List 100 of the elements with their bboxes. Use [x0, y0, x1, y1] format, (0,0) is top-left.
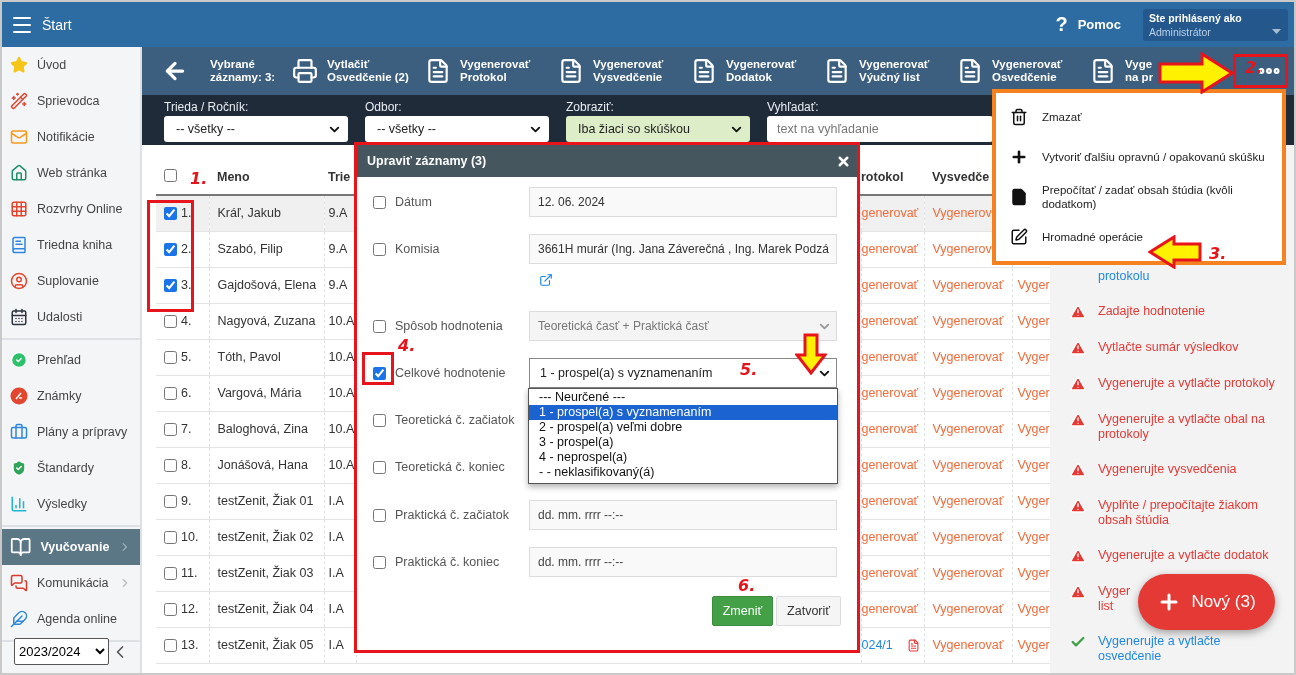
datetime-field[interactable]: dd. mm. rrrr --:--	[529, 547, 837, 577]
generate-link[interactable]: Vygenerov	[932, 242, 992, 256]
field-checkbox[interactable]	[373, 242, 386, 256]
close-button[interactable]: Zatvoriť	[776, 596, 841, 626]
select-all-checkbox[interactable]	[164, 168, 177, 182]
sidebar-item[interactable]: Úvod	[2, 47, 140, 83]
help-icon[interactable]: ?	[1055, 13, 1068, 36]
task-link[interactable]: Vygenerujte a vytlačte dodatok	[1098, 548, 1269, 563]
generate-link[interactable]: Vyger	[1017, 602, 1050, 616]
generate-link[interactable]: Vyger	[1017, 422, 1050, 436]
datetime-field[interactable]: dd. mm. rrrr --:--	[529, 500, 837, 530]
row-checkbox[interactable]	[164, 350, 177, 364]
generate-link[interactable]: generovať	[861, 566, 919, 580]
new-button[interactable]: Nový (3)	[1138, 574, 1275, 630]
sidebar-item[interactable]: Prehľad	[2, 342, 140, 378]
column-header[interactable]: Trie	[328, 169, 351, 184]
row-checkbox[interactable]	[164, 206, 177, 220]
filter-select[interactable]: -- všetky --	[164, 116, 348, 142]
sidebar-item[interactable]: Triedna kniha	[2, 227, 140, 263]
sidebar-item[interactable]: Výsledky	[2, 486, 140, 522]
generate-link[interactable]: Vygenerovať	[932, 386, 1004, 400]
field-checkbox[interactable]	[373, 195, 386, 209]
sidebar-item[interactable]: Vyučovanie	[2, 529, 140, 565]
sidebar-item[interactable]: Štandardy	[2, 450, 140, 486]
toolbar-action[interactable]: Vyge na pr	[1090, 58, 1154, 84]
generate-link[interactable]: generovať	[861, 242, 919, 256]
field-checkbox[interactable]	[373, 366, 386, 380]
task-link[interactable]: Vyger list	[1098, 584, 1131, 614]
sidebar-item[interactable]: Udalosti	[2, 299, 140, 335]
row-checkbox[interactable]	[164, 458, 177, 472]
row-checkbox[interactable]	[164, 566, 177, 580]
input-field[interactable]: 12. 06. 2024	[529, 187, 837, 217]
generate-link[interactable]: Vygenerovať	[932, 566, 1004, 580]
search-field[interactable]: text na vyhľadanie	[767, 116, 993, 142]
generate-link[interactable]: generovať	[861, 386, 919, 400]
task-link[interactable]: Vytlačte sumár výsledkov	[1098, 340, 1239, 355]
task-link[interactable]: Zadajte hodnotenie	[1098, 304, 1206, 319]
column-header[interactable]: rotokol	[861, 169, 904, 184]
sidebar-item[interactable]: Plány a prípravy	[2, 414, 140, 450]
task-link[interactable]: Vygenerujte a vytlačte osvedčenie	[1098, 634, 1221, 664]
generate-link[interactable]: Vygenerovať	[932, 458, 1004, 472]
task-link[interactable]: Vyplňte / prepočítajte žiakom obsah štúdia	[1098, 498, 1259, 528]
option-item[interactable]: 3 - prospel(a)	[529, 435, 837, 450]
generate-link[interactable]: Vygenerovať	[932, 422, 1004, 436]
row-checkbox[interactable]	[164, 242, 177, 256]
row-checkbox[interactable]	[164, 530, 177, 544]
sidebar-item[interactable]: Agenda online	[2, 601, 140, 637]
generate-link[interactable]: generovať	[861, 458, 919, 472]
change-button[interactable]: Zmeniť	[711, 596, 774, 626]
generate-link[interactable]: Vygenerovať	[932, 530, 1004, 544]
sidebar-item[interactable]: Rozvrhy Online	[2, 191, 140, 227]
generate-link[interactable]: Vyger	[1017, 314, 1050, 328]
option-item[interactable]: - - neklasifikovaný(á)	[529, 465, 837, 480]
generate-link[interactable]: Vygenerov	[932, 206, 992, 221]
generate-link[interactable]: Vyger	[1017, 566, 1050, 580]
sidebar-item[interactable]: Sprievodca	[2, 83, 140, 119]
generate-link[interactable]: Vyger	[1017, 638, 1050, 652]
row-checkbox[interactable]	[164, 422, 177, 436]
toolbar-action[interactable]: Vytlačiť Osvedčenie (2)	[292, 58, 425, 84]
document-link[interactable]: 024/1	[861, 638, 893, 652]
row-checkbox[interactable]	[164, 278, 177, 292]
generate-link[interactable]: generovať	[861, 494, 919, 508]
generate-link[interactable]: Vyger	[1017, 350, 1050, 364]
generate-link[interactable]: generovať	[861, 206, 919, 221]
option-item[interactable]: 4 - neprospel(a)	[529, 450, 837, 465]
generate-link[interactable]: Vyger	[1017, 386, 1050, 400]
sidebar-item[interactable]: Suplovanie	[2, 263, 140, 299]
row-checkbox[interactable]	[164, 638, 177, 652]
menu-item[interactable]: Zmazať	[996, 97, 1088, 137]
pdf-icon[interactable]	[906, 638, 920, 652]
generate-link[interactable]: Vygenerovať	[932, 314, 1004, 328]
generate-link[interactable]: Vygenerovať	[932, 638, 1004, 652]
generate-link[interactable]: Vygenerovať	[932, 278, 1004, 292]
generate-link[interactable]: Vyger	[1017, 494, 1050, 508]
generate-link[interactable]: Vyger	[1017, 530, 1050, 544]
close-icon[interactable]	[836, 153, 851, 169]
task-link[interactable]: protokolu	[1098, 269, 1150, 284]
input-field[interactable]: 3661H murár (Ing. Jana Záverečná , Ing. Marek Podzá	[529, 234, 837, 264]
filter-select[interactable]: Iba žiaci so skúškou	[566, 116, 750, 142]
year-select[interactable]: 2023/2024	[14, 638, 109, 665]
field-checkbox[interactable]	[373, 460, 386, 474]
toolbar-action[interactable]: Vygenerovať Vysvedčenie	[558, 58, 691, 84]
sidebar-item[interactable]: Známky	[2, 378, 140, 414]
user-menu[interactable]: Ste prihlásený ako Administrátor	[1143, 8, 1288, 41]
task-link[interactable]: Vygenerujte a vytlačte obal na protokoly	[1098, 412, 1265, 442]
row-checkbox[interactable]	[164, 386, 177, 400]
generate-link[interactable]: Vyger	[1017, 278, 1050, 292]
option-item[interactable]: 1 - prospel(a) s vyznamenaním	[529, 405, 837, 420]
sidebar-item[interactable]: Notifikácie	[2, 119, 140, 155]
option-item[interactable]: --- Neurčené ---	[529, 390, 837, 405]
generate-link[interactable]: generovať	[861, 602, 919, 616]
generate-link[interactable]: generovať	[861, 530, 919, 544]
row-checkbox[interactable]	[164, 494, 177, 508]
option-item[interactable]: 2 - prospel(a) veľmi dobre	[529, 420, 837, 435]
generate-link[interactable]: Vygenerovať	[932, 602, 1004, 616]
toolbar-action[interactable]: Vygenerovať Protokol	[425, 58, 558, 84]
field-checkbox[interactable]	[373, 413, 386, 427]
toolbar-action[interactable]: Vygenerovať Výučný list	[824, 58, 957, 84]
generate-link[interactable]: generovať	[861, 350, 919, 364]
sidebar-item[interactable]: Komunikácia	[2, 565, 140, 601]
